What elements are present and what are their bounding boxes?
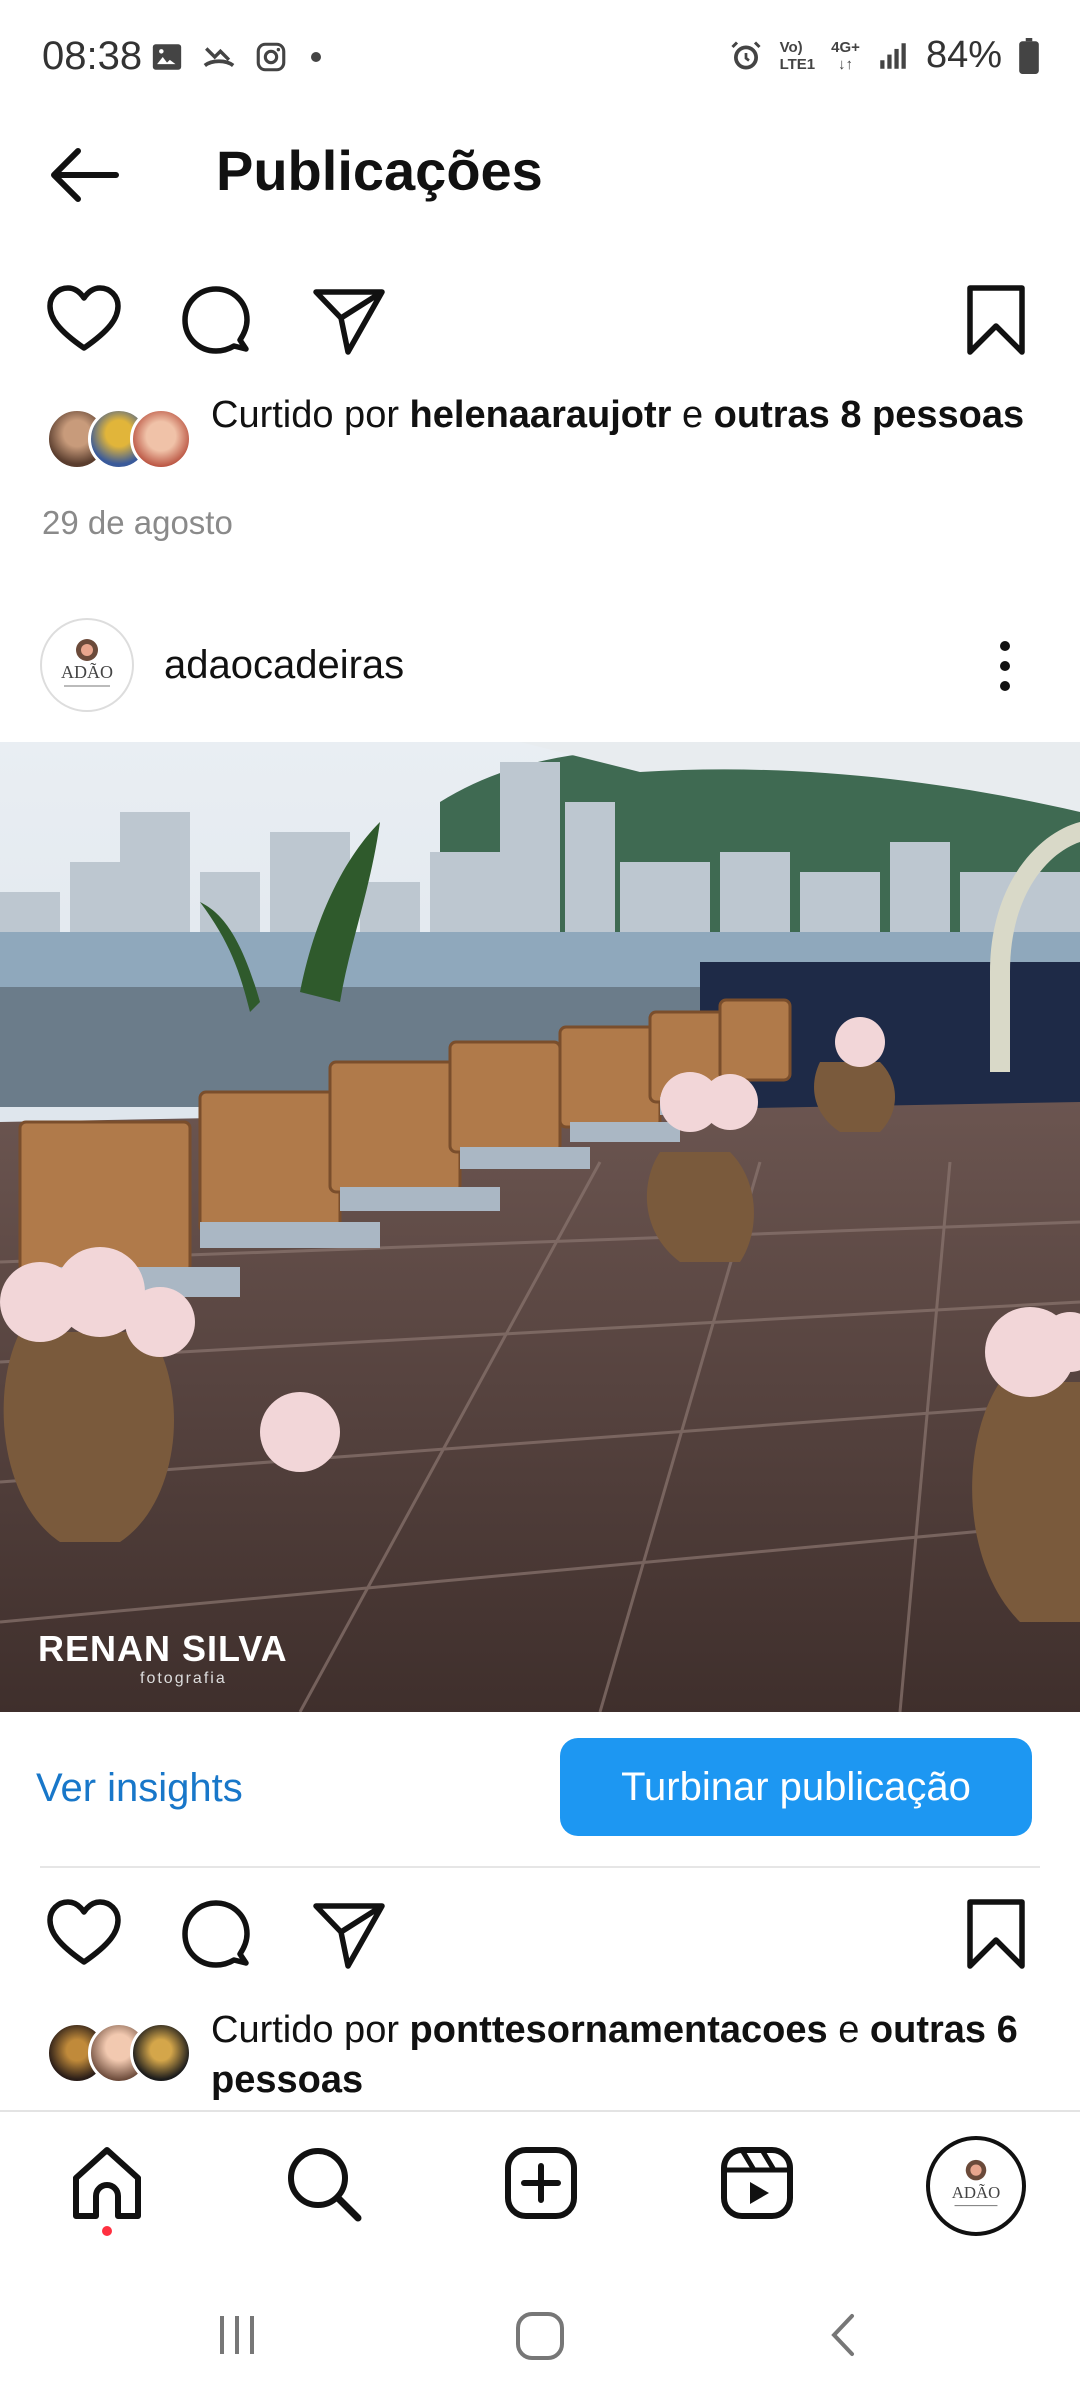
likes-summary[interactable]: Curtido por ponttesornamentacoes e outra…: [211, 2005, 1051, 2105]
status-notification-icons: [150, 40, 326, 74]
avatar: [130, 2022, 192, 2084]
save-bookmark-icon[interactable]: [956, 1894, 1036, 1974]
liked-mid: e: [827, 2009, 870, 2051]
liked-username[interactable]: ponttesornamentacoes: [410, 2009, 828, 2051]
alarm-icon: [731, 40, 761, 69]
liked-username[interactable]: helenaaraujotr: [410, 394, 672, 436]
more-options-icon[interactable]: [990, 636, 1020, 696]
divider: [40, 1866, 1040, 1868]
liker-avatars: [46, 2022, 196, 2086]
create-icon[interactable]: [496, 2138, 586, 2228]
status-system-icons: Vo) LTE1 4G+ ↓↑ 84%: [728, 34, 1040, 77]
data-arrows-icon: ↓↑: [838, 55, 854, 73]
system-navigation-bar: [0, 2270, 1080, 2400]
volte-label: Vo): [779, 38, 803, 56]
page-title: Publicações: [216, 139, 543, 202]
battery-percent: 84%: [925, 34, 1002, 76]
liked-others[interactable]: outras 8 pessoas: [714, 394, 1024, 436]
wedding-terrace-image: [0, 742, 1080, 1712]
status-bar: 08:38 Vo) LTE1 4G+ ↓↑ 84%: [0, 0, 1080, 120]
system-back-icon[interactable]: [820, 2310, 870, 2360]
likes-summary[interactable]: Curtido por helenaaraujotr e outras 8 pe…: [211, 390, 1031, 440]
liked-prefix: Curtido por: [211, 2009, 410, 2051]
save-bookmark-icon[interactable]: [956, 280, 1036, 360]
instagram-icon: [256, 42, 286, 72]
post-date: 29 de agosto: [42, 504, 233, 541]
post-username[interactable]: adaocadeiras: [164, 643, 404, 688]
share-send-icon[interactable]: [308, 280, 388, 360]
view-insights-link[interactable]: Ver insights: [36, 1766, 243, 1811]
data-indicator: 4G+ ↓↑: [831, 39, 860, 73]
photo-watermark: RENAN SILVA: [38, 1628, 288, 1669]
comment-icon[interactable]: [176, 280, 256, 360]
adao-logo-icon: ADÃO: [952, 2159, 1000, 2207]
logo-text: ADÃO: [61, 661, 113, 682]
volte-indicator: Vo) LTE1: [780, 39, 816, 73]
status-time: 08:38: [42, 34, 143, 78]
post-photo[interactable]: [0, 742, 1080, 1712]
search-icon[interactable]: [278, 2138, 368, 2228]
liked-mid: e: [671, 394, 714, 436]
liker-avatars: [46, 408, 196, 472]
gallery-icon: [152, 44, 182, 70]
like-heart-icon[interactable]: [44, 1894, 124, 1974]
home-button-icon[interactable]: [512, 2308, 568, 2364]
profile-tab-avatar[interactable]: ADÃO: [926, 2136, 1026, 2236]
avatar: [130, 408, 192, 470]
logo-text: ADÃO: [952, 2183, 1000, 2202]
home-icon[interactable]: [62, 2138, 152, 2228]
battery-icon: [1019, 37, 1039, 74]
more-notifications-dot: [311, 52, 321, 62]
liked-prefix: Curtido por: [211, 394, 410, 436]
profile-avatar[interactable]: ADÃO: [40, 618, 134, 712]
missed-call-icon: [203, 47, 235, 68]
back-arrow-icon[interactable]: [46, 140, 126, 210]
comment-icon[interactable]: [176, 1894, 256, 1974]
recent-apps-icon[interactable]: [212, 2310, 262, 2360]
photo-watermark-subtitle: fotografia: [140, 1670, 227, 1687]
adao-logo-icon: ADÃO: [61, 639, 113, 687]
network-type-label: 4G+: [831, 38, 860, 56]
lte-label: LTE1: [779, 55, 816, 73]
notification-dot: [102, 2226, 112, 2236]
reels-icon[interactable]: [712, 2138, 802, 2228]
share-send-icon[interactable]: [308, 1894, 388, 1974]
signal-icon: [880, 42, 906, 69]
like-heart-icon[interactable]: [44, 280, 124, 360]
boost-post-button[interactable]: Turbinar publicação: [560, 1738, 1032, 1836]
boost-post-label: Turbinar publicação: [621, 1764, 971, 1809]
bottom-nav-border: [0, 2110, 1080, 2112]
